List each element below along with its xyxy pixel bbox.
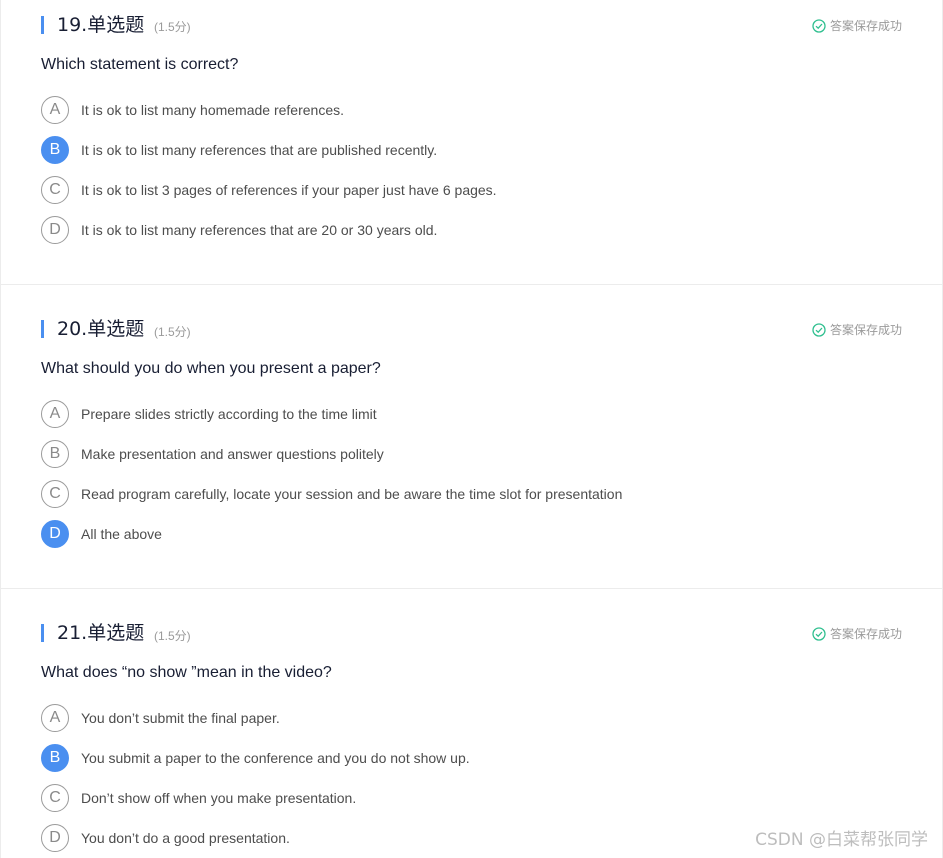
option-letter[interactable]: A <box>41 704 69 732</box>
question-title: 19.单选题 <box>57 14 145 36</box>
option-text: You don’t submit the final paper. <box>81 710 280 726</box>
option-text: You don’t do a good presentation. <box>81 830 290 846</box>
option-text: Make presentation and answer questions p… <box>81 446 384 462</box>
watermark: CSDN @白菜帮张同学 <box>755 830 928 850</box>
option-text: It is ok to list many references that ar… <box>81 142 438 158</box>
question-text: What should you do when you present a pa… <box>41 360 381 377</box>
question-card: 19.单选题 (1.5分) 答案保存成功 Which statement is … <box>1 0 942 285</box>
quiz-page: 19.单选题 (1.5分) 答案保存成功 Which statement is … <box>0 0 943 858</box>
question-score: (1.5分) <box>154 629 191 643</box>
option-a[interactable]: A It is ok to list many homemade referen… <box>41 94 344 126</box>
save-status: 答案保存成功 <box>812 625 902 642</box>
option-letter[interactable]: C <box>41 784 69 812</box>
option-letter[interactable]: C <box>41 176 69 204</box>
option-letter[interactable]: A <box>41 400 69 428</box>
question-score: (1.5分) <box>154 20 191 34</box>
question-accent-bar <box>41 320 44 338</box>
option-c[interactable]: C Don’t show off when you make presentat… <box>41 782 356 814</box>
option-d[interactable]: D You don’t do a good presentation. <box>41 822 290 854</box>
option-text: Don’t show off when you make presentatio… <box>81 790 357 806</box>
option-text: Read program carefully, locate your sess… <box>81 486 623 502</box>
question-card: 20.单选题 (1.5分) 答案保存成功 What should you do … <box>1 285 942 589</box>
question-text: What does “no show ”mean in the video? <box>41 664 332 681</box>
question-text: Which statement is correct? <box>41 56 239 73</box>
option-letter[interactable]: B <box>41 440 69 468</box>
option-b[interactable]: B You submit a paper to the conference a… <box>41 742 470 774</box>
option-c[interactable]: C It is ok to list 3 pages of references… <box>41 174 497 206</box>
question-accent-bar <box>41 624 44 642</box>
save-status-label: 答案保存成功 <box>829 323 902 337</box>
option-text: It is ok to list 3 pages of references i… <box>81 182 497 198</box>
option-text: All the above <box>81 526 162 542</box>
option-letter[interactable]: A <box>41 96 69 124</box>
option-text: It is ok to list many references that ar… <box>81 222 438 238</box>
check-circle-icon <box>812 18 826 33</box>
save-status-label: 答案保存成功 <box>829 627 902 641</box>
option-b[interactable]: B Make presentation and answer questions… <box>41 438 384 470</box>
option-letter-selected[interactable]: B <box>41 136 69 164</box>
option-letter[interactable]: D <box>41 216 69 244</box>
option-b[interactable]: B It is ok to list many references that … <box>41 134 437 166</box>
question-title: 21.单选题 <box>57 622 145 644</box>
option-a[interactable]: A Prepare slides strictly according to t… <box>41 398 377 430</box>
option-text: It is ok to list many homemade reference… <box>81 102 344 118</box>
question-accent-bar <box>41 16 44 34</box>
check-circle-icon <box>812 626 826 641</box>
question-card: 21.单选题 (1.5分) 答案保存成功 What does “no show … <box>1 589 942 858</box>
save-status: 答案保存成功 <box>812 17 902 34</box>
option-d[interactable]: D All the above <box>41 518 162 550</box>
option-letter-selected[interactable]: D <box>41 520 69 548</box>
option-letter-selected[interactable]: B <box>41 744 69 772</box>
option-c[interactable]: C Read program carefully, locate your se… <box>41 478 622 510</box>
option-letter[interactable]: C <box>41 480 69 508</box>
save-status: 答案保存成功 <box>812 321 902 338</box>
option-letter[interactable]: D <box>41 824 69 852</box>
option-text: You submit a paper to the conference and… <box>81 750 470 766</box>
option-d[interactable]: D It is ok to list many references that … <box>41 214 437 246</box>
option-text: Prepare slides strictly according to the… <box>81 406 377 422</box>
question-score: (1.5分) <box>154 325 191 339</box>
save-status-label: 答案保存成功 <box>829 19 902 33</box>
check-circle-icon <box>812 322 826 337</box>
question-title: 20.单选题 <box>57 318 145 340</box>
option-a[interactable]: A You don’t submit the final paper. <box>41 702 280 734</box>
